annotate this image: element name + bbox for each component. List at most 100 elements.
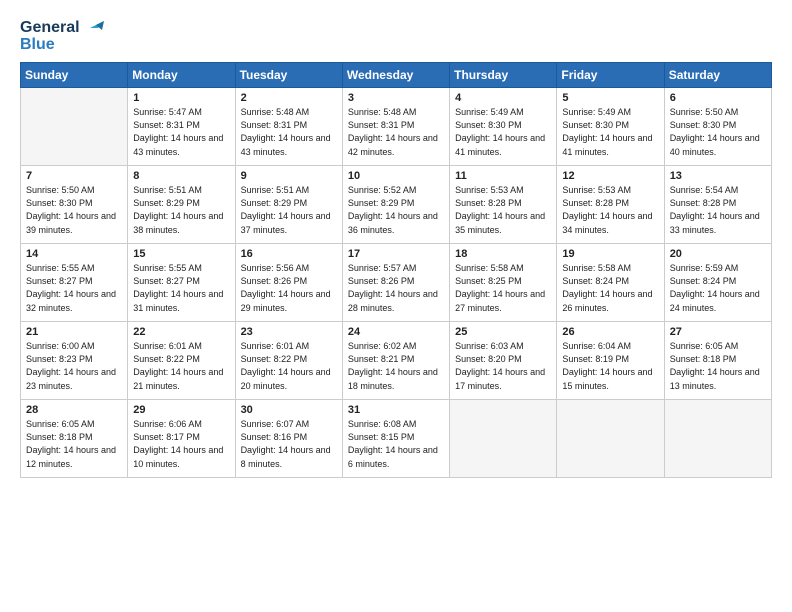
day-number: 9: [241, 170, 337, 182]
day-info: Sunrise: 5:51 AMSunset: 8:29 PMDaylight:…: [133, 184, 229, 236]
day-number: 11: [455, 170, 551, 182]
day-number: 20: [670, 248, 766, 260]
calendar-cell: 18 Sunrise: 5:58 AMSunset: 8:25 PMDaylig…: [450, 244, 557, 322]
day-info: Sunrise: 6:08 AMSunset: 8:15 PMDaylight:…: [348, 418, 444, 470]
calendar-cell: 24 Sunrise: 6:02 AMSunset: 8:21 PMDaylig…: [342, 322, 449, 400]
calendar-cell: 6 Sunrise: 5:50 AMSunset: 8:30 PMDayligh…: [664, 88, 771, 166]
day-number: 26: [562, 326, 658, 338]
calendar-cell: 17 Sunrise: 5:57 AMSunset: 8:26 PMDaylig…: [342, 244, 449, 322]
day-number: 28: [26, 404, 122, 416]
day-info: Sunrise: 5:51 AMSunset: 8:29 PMDaylight:…: [241, 184, 337, 236]
calendar-cell: 27 Sunrise: 6:05 AMSunset: 8:18 PMDaylig…: [664, 322, 771, 400]
week-row: 7 Sunrise: 5:50 AMSunset: 8:30 PMDayligh…: [21, 166, 772, 244]
calendar-cell: 9 Sunrise: 5:51 AMSunset: 8:29 PMDayligh…: [235, 166, 342, 244]
weekday-header: Saturday: [664, 63, 771, 88]
calendar-cell: [557, 400, 664, 478]
day-number: 25: [455, 326, 551, 338]
day-info: Sunrise: 6:00 AMSunset: 8:23 PMDaylight:…: [26, 340, 122, 392]
day-number: 5: [562, 92, 658, 104]
day-info: Sunrise: 5:49 AMSunset: 8:30 PMDaylight:…: [455, 106, 551, 158]
calendar-cell: 29 Sunrise: 6:06 AMSunset: 8:17 PMDaylig…: [128, 400, 235, 478]
day-info: Sunrise: 6:01 AMSunset: 8:22 PMDaylight:…: [241, 340, 337, 392]
calendar-cell: 3 Sunrise: 5:48 AMSunset: 8:31 PMDayligh…: [342, 88, 449, 166]
day-info: Sunrise: 6:07 AMSunset: 8:16 PMDaylight:…: [241, 418, 337, 470]
day-number: 27: [670, 326, 766, 338]
calendar-table: SundayMondayTuesdayWednesdayThursdayFrid…: [20, 62, 772, 478]
week-row: 21 Sunrise: 6:00 AMSunset: 8:23 PMDaylig…: [21, 322, 772, 400]
day-info: Sunrise: 5:53 AMSunset: 8:28 PMDaylight:…: [562, 184, 658, 236]
calendar-cell: [450, 400, 557, 478]
weekday-header: Monday: [128, 63, 235, 88]
day-info: Sunrise: 5:54 AMSunset: 8:28 PMDaylight:…: [670, 184, 766, 236]
logo-blue: Blue: [20, 35, 55, 54]
day-number: 29: [133, 404, 229, 416]
day-info: Sunrise: 5:57 AMSunset: 8:26 PMDaylight:…: [348, 262, 444, 314]
calendar-cell: 22 Sunrise: 6:01 AMSunset: 8:22 PMDaylig…: [128, 322, 235, 400]
day-number: 2: [241, 92, 337, 104]
day-info: Sunrise: 6:01 AMSunset: 8:22 PMDaylight:…: [133, 340, 229, 392]
calendar-cell: 30 Sunrise: 6:07 AMSunset: 8:16 PMDaylig…: [235, 400, 342, 478]
day-info: Sunrise: 5:53 AMSunset: 8:28 PMDaylight:…: [455, 184, 551, 236]
day-number: 15: [133, 248, 229, 260]
calendar-cell: [21, 88, 128, 166]
header: General Blue: [20, 18, 772, 54]
day-number: 24: [348, 326, 444, 338]
day-info: Sunrise: 5:48 AMSunset: 8:31 PMDaylight:…: [241, 106, 337, 158]
day-number: 10: [348, 170, 444, 182]
calendar-cell: 14 Sunrise: 5:55 AMSunset: 8:27 PMDaylig…: [21, 244, 128, 322]
day-info: Sunrise: 6:03 AMSunset: 8:20 PMDaylight:…: [455, 340, 551, 392]
day-info: Sunrise: 5:55 AMSunset: 8:27 PMDaylight:…: [26, 262, 122, 314]
logo-container: General Blue: [20, 18, 104, 54]
calendar-cell: 7 Sunrise: 5:50 AMSunset: 8:30 PMDayligh…: [21, 166, 128, 244]
calendar-cell: 4 Sunrise: 5:49 AMSunset: 8:30 PMDayligh…: [450, 88, 557, 166]
day-number: 18: [455, 248, 551, 260]
calendar-cell: 23 Sunrise: 6:01 AMSunset: 8:22 PMDaylig…: [235, 322, 342, 400]
calendar-cell: 26 Sunrise: 6:04 AMSunset: 8:19 PMDaylig…: [557, 322, 664, 400]
day-number: 21: [26, 326, 122, 338]
calendar-cell: 19 Sunrise: 5:58 AMSunset: 8:24 PMDaylig…: [557, 244, 664, 322]
day-number: 31: [348, 404, 444, 416]
day-number: 30: [241, 404, 337, 416]
calendar-cell: 31 Sunrise: 6:08 AMSunset: 8:15 PMDaylig…: [342, 400, 449, 478]
day-number: 14: [26, 248, 122, 260]
calendar-cell: 2 Sunrise: 5:48 AMSunset: 8:31 PMDayligh…: [235, 88, 342, 166]
week-row: 1 Sunrise: 5:47 AMSunset: 8:31 PMDayligh…: [21, 88, 772, 166]
day-info: Sunrise: 5:59 AMSunset: 8:24 PMDaylight:…: [670, 262, 766, 314]
day-info: Sunrise: 5:58 AMSunset: 8:24 PMDaylight:…: [562, 262, 658, 314]
day-number: 22: [133, 326, 229, 338]
calendar-cell: [664, 400, 771, 478]
day-info: Sunrise: 5:48 AMSunset: 8:31 PMDaylight:…: [348, 106, 444, 158]
day-info: Sunrise: 5:55 AMSunset: 8:27 PMDaylight:…: [133, 262, 229, 314]
weekday-header: Sunday: [21, 63, 128, 88]
day-number: 13: [670, 170, 766, 182]
calendar-cell: 1 Sunrise: 5:47 AMSunset: 8:31 PMDayligh…: [128, 88, 235, 166]
calendar-cell: 15 Sunrise: 5:55 AMSunset: 8:27 PMDaylig…: [128, 244, 235, 322]
weekday-header: Thursday: [450, 63, 557, 88]
day-info: Sunrise: 5:49 AMSunset: 8:30 PMDaylight:…: [562, 106, 658, 158]
day-info: Sunrise: 5:58 AMSunset: 8:25 PMDaylight:…: [455, 262, 551, 314]
calendar-cell: 20 Sunrise: 5:59 AMSunset: 8:24 PMDaylig…: [664, 244, 771, 322]
day-number: 6: [670, 92, 766, 104]
day-number: 23: [241, 326, 337, 338]
weekday-header: Friday: [557, 63, 664, 88]
day-number: 8: [133, 170, 229, 182]
day-number: 12: [562, 170, 658, 182]
day-number: 16: [241, 248, 337, 260]
day-info: Sunrise: 5:56 AMSunset: 8:26 PMDaylight:…: [241, 262, 337, 314]
week-row: 28 Sunrise: 6:05 AMSunset: 8:18 PMDaylig…: [21, 400, 772, 478]
day-number: 17: [348, 248, 444, 260]
calendar-cell: 16 Sunrise: 5:56 AMSunset: 8:26 PMDaylig…: [235, 244, 342, 322]
calendar-cell: 28 Sunrise: 6:05 AMSunset: 8:18 PMDaylig…: [21, 400, 128, 478]
weekday-header: Tuesday: [235, 63, 342, 88]
calendar-page: General Blue SundayMondayTuesdayWednesda…: [0, 0, 792, 488]
weekday-header: Wednesday: [342, 63, 449, 88]
calendar-cell: 8 Sunrise: 5:51 AMSunset: 8:29 PMDayligh…: [128, 166, 235, 244]
day-number: 19: [562, 248, 658, 260]
logo-bird-icon: [82, 19, 104, 37]
day-number: 3: [348, 92, 444, 104]
calendar-cell: 10 Sunrise: 5:52 AMSunset: 8:29 PMDaylig…: [342, 166, 449, 244]
day-info: Sunrise: 5:47 AMSunset: 8:31 PMDaylight:…: [133, 106, 229, 158]
calendar-cell: 11 Sunrise: 5:53 AMSunset: 8:28 PMDaylig…: [450, 166, 557, 244]
day-info: Sunrise: 6:05 AMSunset: 8:18 PMDaylight:…: [670, 340, 766, 392]
logo: General Blue: [20, 18, 104, 54]
